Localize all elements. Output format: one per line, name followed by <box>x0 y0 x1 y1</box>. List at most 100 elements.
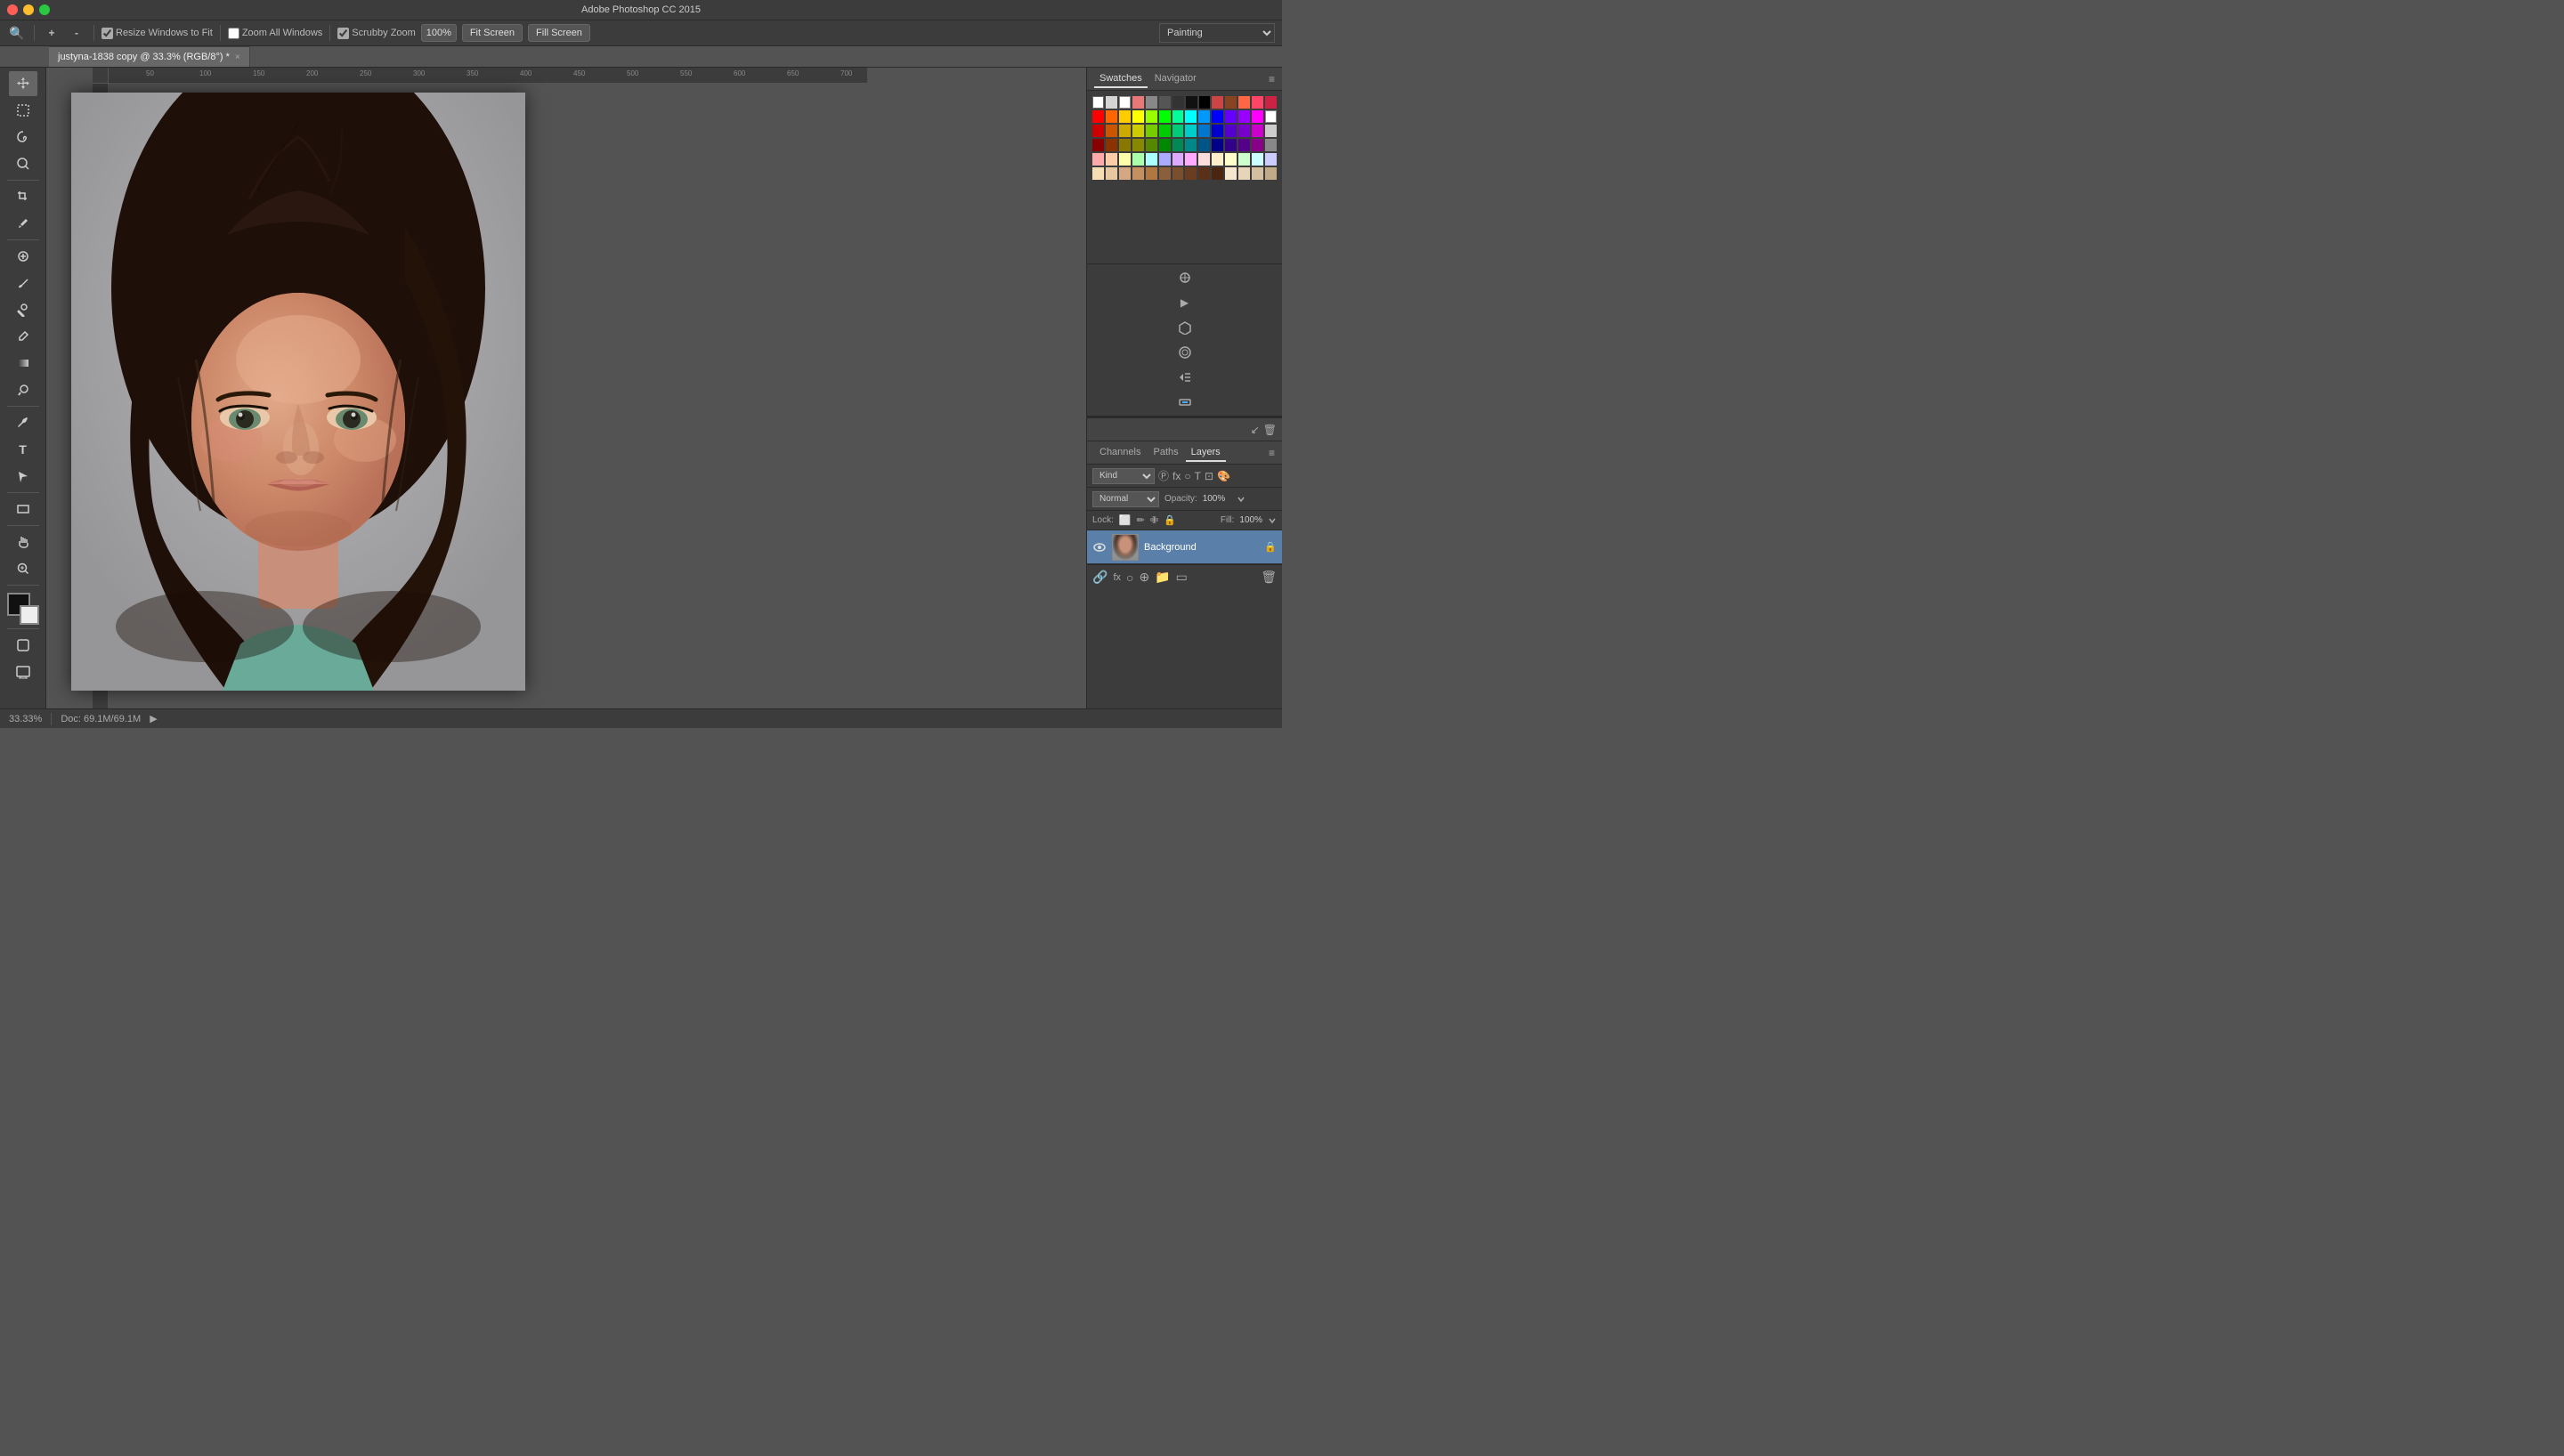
swatch[interactable] <box>1238 139 1250 151</box>
fill-screen-button[interactable]: Fill Screen <box>528 24 590 42</box>
swatch[interactable] <box>1132 139 1144 151</box>
swatch[interactable] <box>1119 153 1131 166</box>
swatches-tab[interactable]: Swatches <box>1094 70 1148 88</box>
swatch[interactable] <box>1225 96 1237 109</box>
swatch[interactable] <box>1172 110 1184 123</box>
swatch[interactable] <box>1212 96 1223 109</box>
brush-tool[interactable] <box>9 271 37 295</box>
filter-icon-2[interactable]: fx <box>1172 470 1181 482</box>
quick-mask-tool[interactable] <box>9 633 37 658</box>
delete-layer-icon[interactable]: 🗑 <box>1261 570 1277 585</box>
swatch[interactable] <box>1146 110 1157 123</box>
foreground-background-colors[interactable] <box>7 593 39 625</box>
swatch[interactable] <box>1186 96 1197 109</box>
swatch[interactable] <box>1106 96 1117 109</box>
swatches-panel-menu[interactable]: ≡ <box>1269 73 1275 85</box>
lock-transparent-icon[interactable]: ⬜ <box>1119 514 1132 526</box>
lock-pixels-icon[interactable]: ✏ <box>1137 514 1145 526</box>
window-minimize-button[interactable] <box>23 4 34 15</box>
swatch[interactable] <box>1212 110 1223 123</box>
link-layers-icon[interactable]: 🔗 <box>1092 570 1108 585</box>
window-close-button[interactable] <box>7 4 18 15</box>
swatch[interactable] <box>1172 139 1184 151</box>
screen-mode-tool[interactable] <box>9 659 37 684</box>
shape-tool[interactable] <box>9 497 37 522</box>
layers-tab[interactable]: Layers <box>1186 444 1226 462</box>
swatch[interactable] <box>1252 167 1263 180</box>
swatch[interactable] <box>1172 167 1184 180</box>
swatch[interactable] <box>1252 96 1263 109</box>
swatch[interactable] <box>1132 167 1144 180</box>
eyedropper-tool[interactable] <box>9 211 37 236</box>
lock-all-icon[interactable]: 🔒 <box>1164 514 1176 526</box>
paths-tab[interactable]: Paths <box>1148 444 1183 462</box>
swatch[interactable] <box>1146 139 1157 151</box>
swatch[interactable] <box>1265 167 1277 180</box>
swatch[interactable] <box>1146 125 1157 137</box>
swatch[interactable] <box>1159 139 1171 151</box>
swatch[interactable] <box>1198 125 1210 137</box>
layers-options-icon[interactable]: ↙ <box>1251 424 1260 436</box>
opacity-arrow[interactable] <box>1237 495 1245 504</box>
new-layer-icon[interactable]: ▭ <box>1176 570 1188 585</box>
3d-icon[interactable] <box>1175 318 1195 337</box>
swatch[interactable] <box>1132 153 1144 166</box>
window-maximize-button[interactable] <box>39 4 50 15</box>
eraser-tool[interactable] <box>9 324 37 349</box>
background-color[interactable] <box>20 605 39 625</box>
healing-brush-tool[interactable] <box>9 244 37 269</box>
swatch[interactable] <box>1265 139 1277 151</box>
swatch[interactable] <box>1092 139 1104 151</box>
new-group-icon[interactable]: 📁 <box>1155 570 1170 585</box>
status-arrow[interactable]: ▶ <box>150 713 157 724</box>
fill-arrow[interactable] <box>1268 516 1277 525</box>
swatch[interactable] <box>1185 125 1197 137</box>
swatch[interactable] <box>1212 139 1223 151</box>
zoom-tool[interactable] <box>9 556 37 581</box>
swatch[interactable] <box>1252 153 1263 166</box>
swatch[interactable] <box>1238 110 1250 123</box>
swatch[interactable] <box>1225 153 1237 166</box>
filter-icon-5[interactable]: ⊡ <box>1205 470 1213 482</box>
blend-mode-dropdown[interactable]: Normal Multiply Screen Overlay <box>1092 491 1159 507</box>
swatch[interactable] <box>1146 96 1157 109</box>
actions-icon[interactable] <box>1175 368 1195 387</box>
swatch[interactable] <box>1199 96 1211 109</box>
zoom-all-windows-checkbox[interactable]: Zoom All Windows <box>228 28 322 39</box>
layers-delete-icon[interactable]: 🗑 <box>1263 424 1277 436</box>
swatch[interactable] <box>1172 96 1184 109</box>
swatch[interactable] <box>1238 167 1250 180</box>
swatch[interactable] <box>1212 167 1223 180</box>
zoom-tool-icon[interactable]: 🔍 <box>7 23 27 43</box>
timeline-icon[interactable] <box>1175 392 1195 412</box>
channels-tab[interactable]: Channels <box>1094 444 1146 462</box>
marquee-tool[interactable] <box>9 98 37 123</box>
swatch[interactable] <box>1238 153 1250 166</box>
crop-tool[interactable] <box>9 184 37 209</box>
swatch[interactable] <box>1238 125 1250 137</box>
add-layer-style-icon[interactable]: fx <box>1113 572 1121 583</box>
swatch[interactable] <box>1252 125 1263 137</box>
filter-icon-6[interactable]: 🎨 <box>1217 470 1230 482</box>
swatch[interactable] <box>1106 125 1117 137</box>
swatch[interactable] <box>1106 167 1117 180</box>
swatch[interactable] <box>1119 96 1131 109</box>
swatch[interactable] <box>1212 153 1223 166</box>
layers-panel-menu[interactable]: ≡ <box>1269 447 1275 459</box>
swatch[interactable] <box>1225 110 1237 123</box>
swatch[interactable] <box>1159 167 1171 180</box>
filter-icon-4[interactable]: T <box>1195 470 1201 482</box>
swatch[interactable] <box>1132 96 1144 109</box>
layer-item-background[interactable]: Background 🔒 <box>1087 530 1282 564</box>
quick-select-tool[interactable] <box>9 151 37 176</box>
new-adjustment-icon[interactable]: ⊕ <box>1139 570 1149 585</box>
swatch[interactable] <box>1159 153 1171 166</box>
swatch[interactable] <box>1185 139 1197 151</box>
lock-position-icon[interactable]: ✙ <box>1150 514 1158 526</box>
document-tab[interactable]: justyna-1838 copy @ 33.3% (RGB/8°) * × <box>49 46 250 67</box>
swatch[interactable] <box>1159 110 1171 123</box>
filter-icon-3[interactable]: ○ <box>1184 470 1190 482</box>
swatch[interactable] <box>1092 110 1104 123</box>
swatch[interactable] <box>1252 110 1263 123</box>
swatch[interactable] <box>1119 110 1131 123</box>
